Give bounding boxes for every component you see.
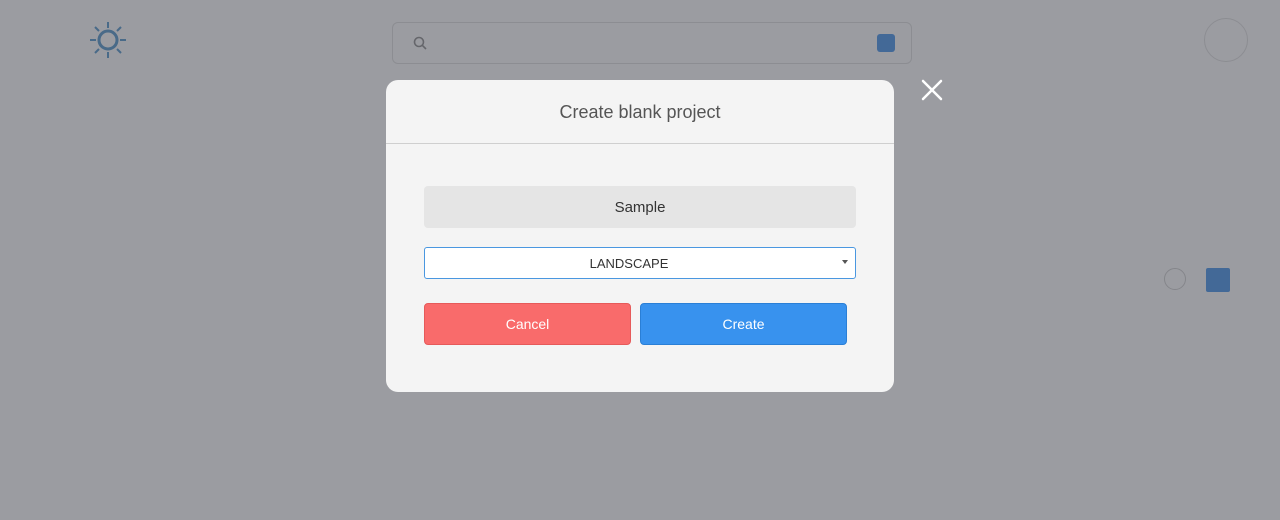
project-name-input[interactable] [424, 186, 856, 228]
modal-header: Create blank project [386, 80, 894, 144]
create-project-modal: Create blank project LANDSCAPE Cancel Cr… [386, 80, 894, 392]
cancel-button[interactable]: Cancel [424, 303, 631, 345]
create-button[interactable]: Create [640, 303, 847, 345]
modal-title: Create blank project [559, 102, 721, 122]
orientation-select[interactable]: LANDSCAPE [424, 247, 856, 279]
close-icon[interactable] [918, 76, 946, 104]
orientation-value: LANDSCAPE [589, 256, 669, 271]
caret-down-icon [842, 260, 848, 264]
